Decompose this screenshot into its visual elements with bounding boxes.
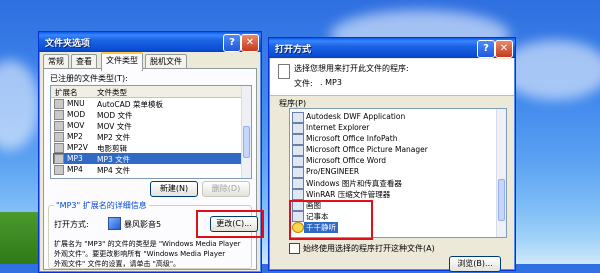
table-row-selected[interactable]: MP3 MP3 文件 [53,153,241,164]
desktop-hill [0,212,40,264]
tab-view[interactable]: 查看 [71,54,97,69]
header-area: 选择您想用来打开此文件的程序: 文件: . MP3 [270,59,514,96]
table-row[interactable]: MP2V 电影剪辑 [53,142,241,153]
file-types-panel: 已注册的文件类型(T): 扩展名 文件类型 MNU AutoCAD 菜单模板 MO… [43,68,264,270]
opens-with-label: 打开方式: [54,220,89,229]
highlight-box [289,200,373,240]
table-row[interactable]: MP4 MP4 文件 [53,164,241,175]
tab-general[interactable]: 常规 [43,54,69,69]
close-icon[interactable]: ✕ [495,40,513,58]
program-name: Pro/ENGINEER [306,167,360,176]
sky-cloud [0,60,40,150]
file-icon [54,165,64,175]
table-row[interactable]: MOV MOV 文件 [53,120,241,131]
winrar-icon [292,189,304,200]
program-name: WinRAR 压缩文件管理器 [306,190,391,199]
help-icon[interactable]: ? [477,40,495,58]
window-title: 文件夹选项 [45,39,91,49]
program-name: Microsoft Office InfoPath [306,134,398,143]
browse-button[interactable]: 浏览(B)... [449,256,501,272]
ie-icon [292,123,304,134]
row-ext: MP3 [67,154,83,163]
list-scrollbar[interactable] [241,86,251,178]
file-icon [54,143,64,153]
help-icon[interactable]: ? [223,34,241,52]
details-label: "MP3" 扩展名的详细信息 [54,200,149,211]
file-icon [54,121,64,131]
row-ext: MP4 [67,165,83,174]
file-icon [54,110,64,120]
table-row[interactable]: MOD MOD 文件 [53,109,241,120]
autodesk-icon [292,112,304,123]
row-ext: MNU [67,99,85,108]
file-icon [54,132,64,142]
row-type: MP4 文件 [97,166,131,175]
column-header-type[interactable]: 文件类型 [97,87,127,98]
window-title: 打开方式 [275,45,312,55]
pro-engineer-icon [292,167,304,178]
always-use-checkbox[interactable] [289,243,300,254]
file-icon [54,99,64,109]
always-use-label: 始终使用选择的程序打开这种文件(A) [303,244,435,253]
program-name: Internet Explorer [306,123,370,132]
file-icon [54,154,64,164]
document-icon [278,64,290,79]
list-header: 扩展名 文件类型 [51,86,251,98]
row-ext: MOD [67,110,86,119]
opens-with-app: 暴风影音5 [124,220,162,229]
image-viewer-icon [292,178,304,189]
new-button[interactable]: 新建(N) [150,181,198,197]
tab-file-types[interactable]: 文件类型 [101,52,143,71]
program-name: Autodesk DWF Application [306,112,406,121]
table-row[interactable]: MP2 MP2 文件 [53,131,241,142]
row-ext: MOV [67,121,85,130]
program-name: Windows 图片和传真查看器 [306,179,402,188]
prompt-text: 选择您想用来打开此文件的程序: [294,64,409,73]
picture-manager-icon [292,145,304,156]
description-line-2: 外观文件"。要更改影响所有 "Windows Media Player [54,250,226,258]
open-with-titlebar[interactable]: 打开方式 ? ✕ [269,38,515,58]
word-icon [292,156,304,167]
scroll-thumb[interactable] [498,179,505,221]
scroll-thumb[interactable] [243,126,250,158]
program-name: Microsoft Office Picture Manager [306,145,428,154]
folder-options-titlebar[interactable]: 文件夹选项 ? ✕ [39,32,261,52]
row-ext: MP2 [67,132,83,141]
app-icon [108,217,121,230]
description-line-3: 外观文件" 文件的设置，请单击 "高级"。 [54,260,181,268]
file-types-list[interactable]: 扩展名 文件类型 MNU AutoCAD 菜单模板 MOD MOD 文件 MOV MO… [50,85,252,179]
registered-types-label: 已注册的文件类型(T): [50,74,128,83]
row-ext: MP2V [67,143,88,152]
file-label: 文件: [294,79,313,88]
highlight-box [196,210,264,238]
column-header-ext[interactable]: 扩展名 [55,87,78,98]
close-icon[interactable]: ✕ [241,34,259,52]
folder-options-window: 文件夹选项 ? ✕ 常规 查看 文件类型 脱机文件 已注册的文件类型(T): 扩… [38,31,264,273]
tab-offline-files[interactable]: 脱机文件 [145,54,187,69]
list-scrollbar[interactable] [496,109,506,237]
description-line-1: 扩展名为 "MP3" 的文件的类型是 "Windows Media Player [54,240,241,248]
open-with-window: 打开方式 ? ✕ 选择您想用来打开此文件的程序: 文件: . MP3 程序(P)… [268,37,516,272]
file-name: . MP3 [320,78,342,87]
table-row[interactable]: MNU AutoCAD 菜单模板 [53,98,241,109]
infopath-icon [292,134,304,145]
delete-button[interactable]: 删除(D) [202,181,250,197]
program-name: Microsoft Office Word [306,156,387,165]
